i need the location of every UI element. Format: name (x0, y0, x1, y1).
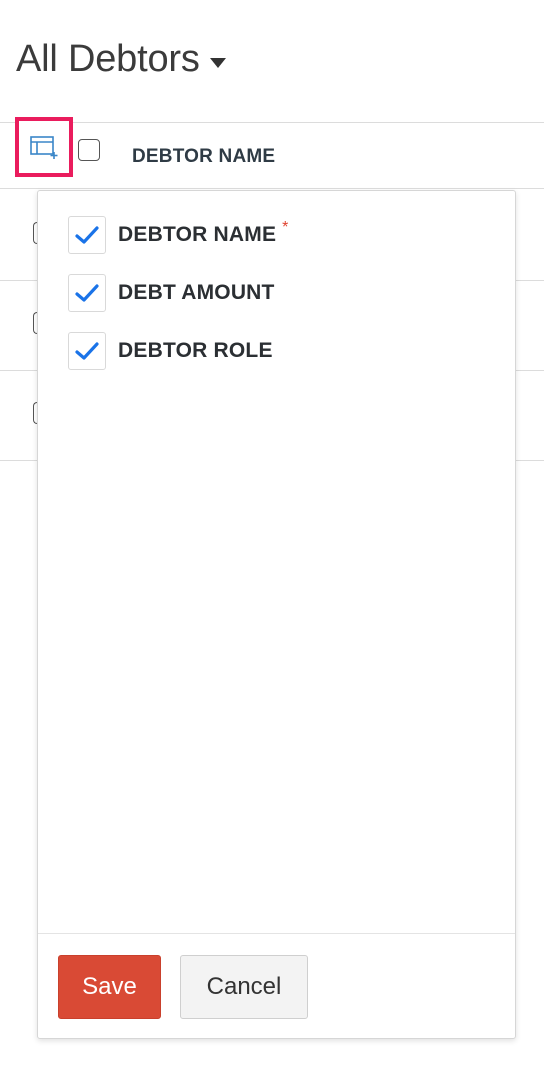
column-option-label: DEBTOR ROLE (118, 339, 273, 362)
column-option-label: DEBTOR NAME (118, 223, 277, 246)
column-option-debtor-name[interactable]: DEBTOR NAME * (68, 216, 288, 254)
footer-divider (38, 933, 515, 934)
checkbox-checked[interactable] (68, 274, 106, 312)
checkmark-icon (75, 226, 99, 244)
column-option-debt-amount[interactable]: DEBT AMOUNT (68, 274, 275, 312)
checkmark-icon (75, 284, 99, 302)
page-title: All Debtors (16, 38, 200, 80)
column-picker-popover: DEBTOR NAME * DEBT AMOUNT DEBTOR ROLE Sa… (37, 190, 516, 1039)
table-add-column-icon (30, 136, 58, 159)
column-option-debtor-role[interactable]: DEBTOR ROLE (68, 332, 273, 370)
select-all-checkbox[interactable] (78, 139, 100, 161)
checkbox-checked[interactable] (68, 216, 106, 254)
cancel-button[interactable]: Cancel (180, 955, 308, 1019)
table-top-divider (0, 122, 544, 123)
column-config-button[interactable] (15, 117, 73, 177)
required-asterisk: * (282, 219, 289, 236)
caret-down-icon (209, 57, 226, 68)
save-button[interactable]: Save (58, 955, 161, 1019)
header-row-divider (0, 188, 544, 189)
checkbox-checked[interactable] (68, 332, 106, 370)
column-option-label: DEBT AMOUNT (118, 281, 275, 304)
column-header-debtor-name[interactable]: DEBTOR NAME (132, 146, 275, 168)
debtors-page: All Debtors DEBTOR NAME DEBTOR NAME * DE… (0, 0, 544, 1084)
view-selector[interactable]: All Debtors (16, 38, 226, 81)
checkmark-icon (75, 342, 99, 360)
